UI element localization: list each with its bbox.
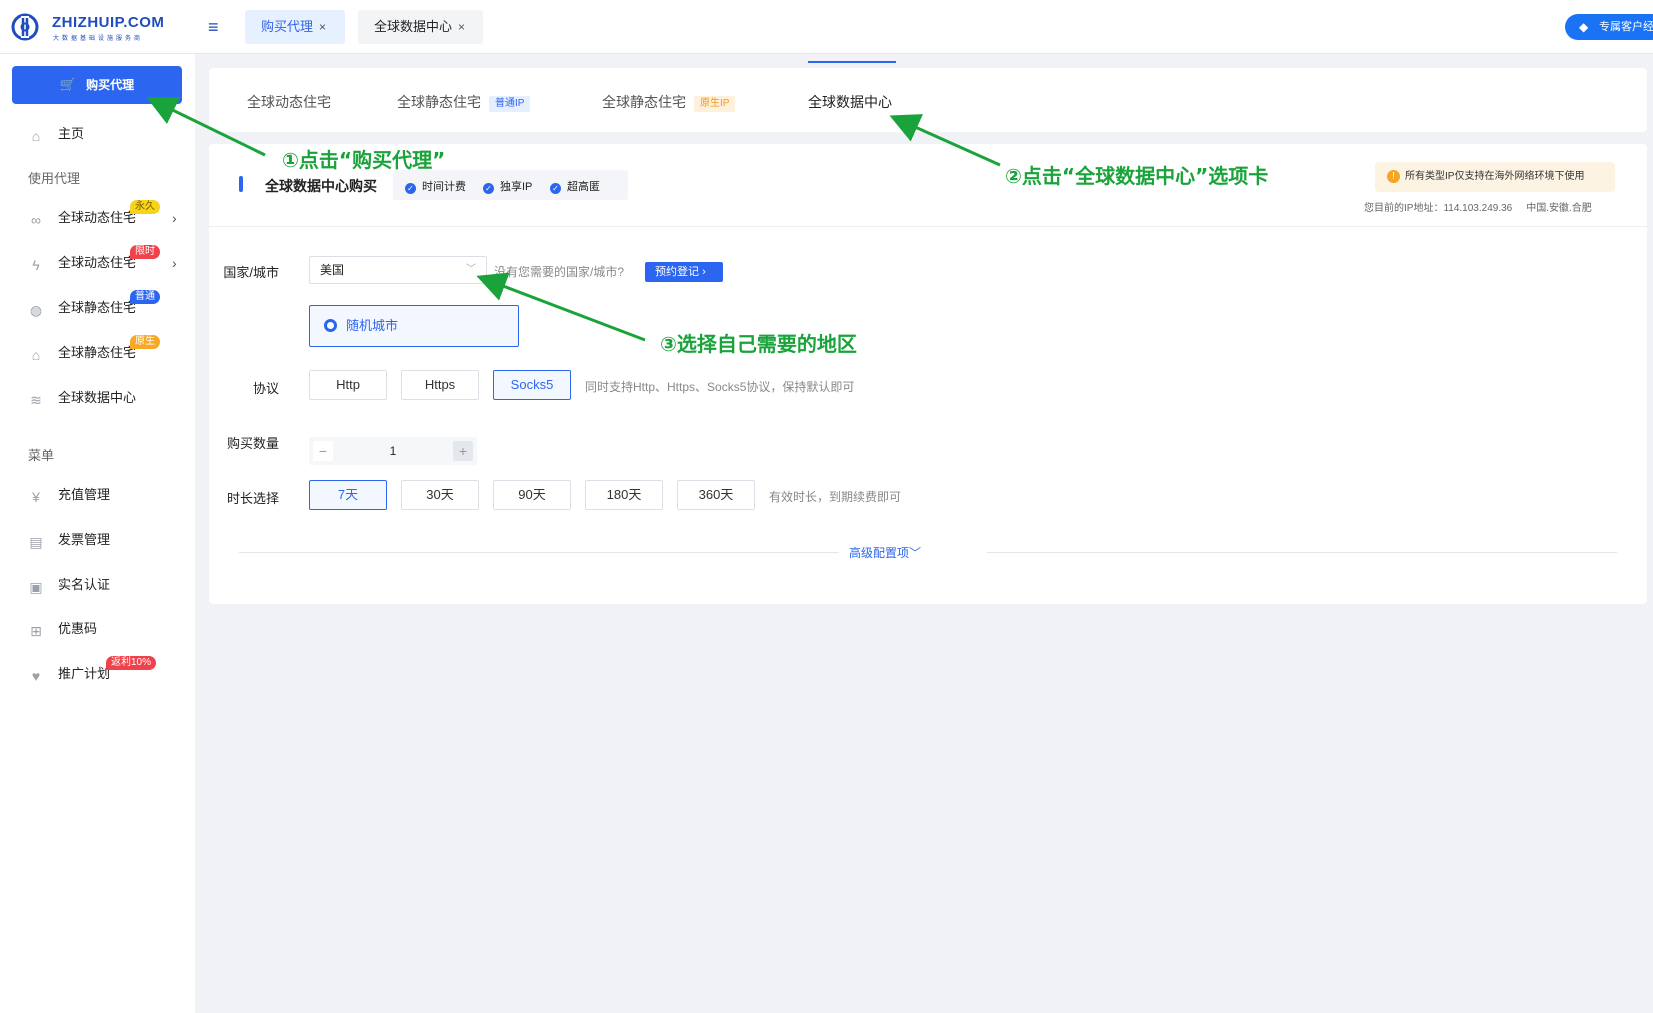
annotation-arrows xyxy=(146,97,1001,342)
arrow-2 xyxy=(889,114,1001,167)
arrow-3 xyxy=(476,272,646,342)
annotation-step-1: ①点击“购买代理” xyxy=(282,148,446,172)
arrow-1 xyxy=(146,97,266,157)
annotation-step-2: ②点击“全球数据中心”选项卡 xyxy=(1005,164,1269,188)
annotation-step-3: ③选择自己需要的地区 xyxy=(660,332,857,356)
